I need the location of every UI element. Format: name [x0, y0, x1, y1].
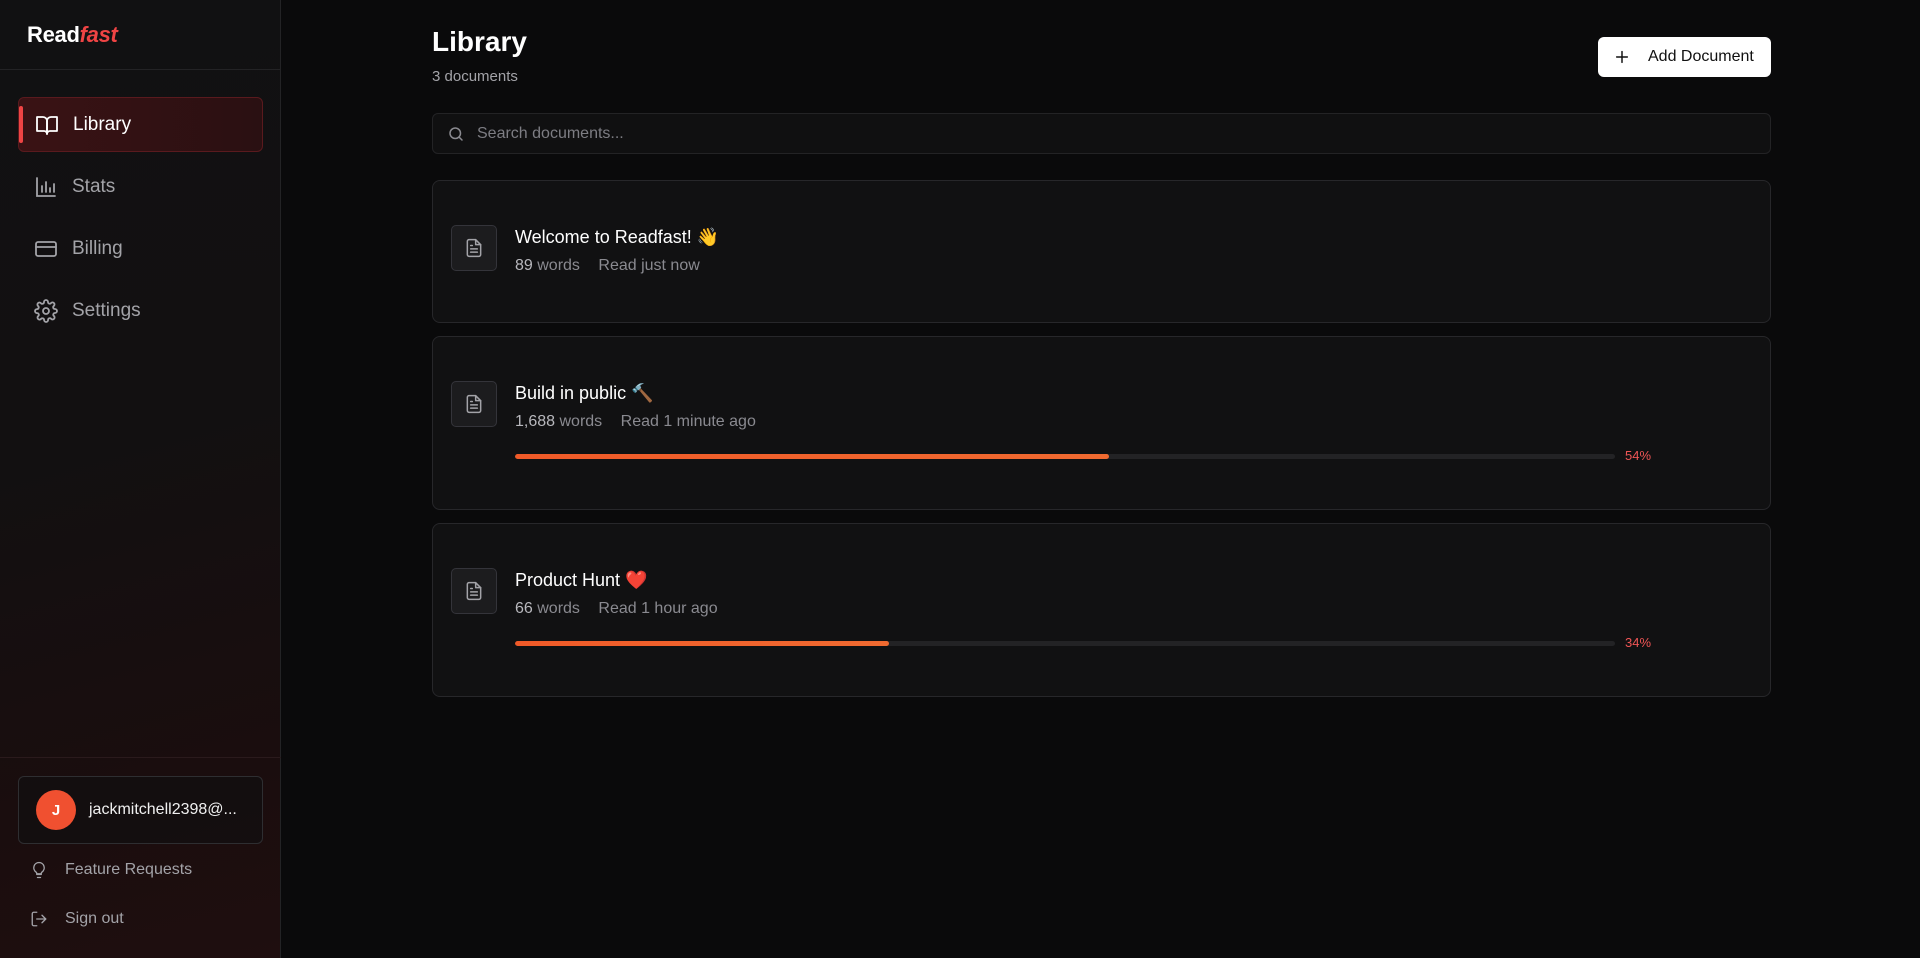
reading-progress-bar [515, 641, 1615, 646]
document-icon [451, 568, 497, 614]
document-card[interactable]: Product Hunt ❤️ 66 words Read 1 hour ago… [432, 523, 1771, 697]
last-read: Read 1 hour ago [598, 600, 718, 617]
document-meta: 66 words Read 1 hour ago [515, 600, 718, 618]
search-bar [432, 113, 1771, 154]
sidebar-nav: Library Stats Billing Settings [18, 97, 263, 345]
reading-progress-percent: 54% [1625, 448, 1652, 463]
document-meta: 1,688 words Read 1 minute ago [515, 413, 756, 431]
word-count: 1,688 [515, 413, 556, 430]
reading-progress-bar [515, 454, 1615, 459]
word-count-label: words [537, 257, 580, 274]
word-count: 66 [515, 600, 533, 617]
sidebar-item-billing[interactable]: Billing [18, 221, 263, 276]
reading-progress-fill [515, 454, 1109, 459]
user-menu[interactable]: J jackmitchell2398@... [18, 776, 263, 844]
sidebar-item-settings[interactable]: Settings [18, 283, 263, 338]
page-title: Library [432, 26, 527, 57]
document-title: Product Hunt ❤️ [515, 570, 648, 590]
document-count: 3 documents [432, 68, 518, 85]
brand-name-part1: Read [27, 22, 80, 47]
sidebar-item-label: Settings [72, 299, 141, 321]
divider [0, 757, 281, 758]
sidebar-item-library[interactable]: Library [18, 97, 263, 152]
document-title: Welcome to Readfast! 👋 [515, 227, 720, 247]
feature-requests-link[interactable]: Feature Requests [30, 861, 192, 879]
word-count-label: words [537, 600, 580, 617]
feature-requests-label: Feature Requests [65, 861, 193, 878]
last-read: Read 1 minute ago [620, 413, 756, 430]
document-title: Build in public 🔨 [515, 383, 654, 403]
brand-logo[interactable]: Readfast [27, 22, 118, 48]
search-icon [447, 125, 465, 143]
brand-name-part2: fast [79, 22, 118, 47]
book-open-icon [35, 113, 59, 137]
document-card[interactable]: Welcome to Readfast! 👋 89 words Read jus… [432, 180, 1771, 323]
sidebar-item-label: Library [73, 113, 132, 135]
document-icon [451, 225, 497, 271]
plus-icon [1614, 49, 1630, 65]
user-email: jackmitchell2398@... [89, 801, 237, 818]
add-document-label: Add Document [1648, 48, 1754, 65]
divider [0, 69, 281, 70]
gear-icon [34, 298, 58, 323]
add-document-button[interactable]: Add Document [1598, 37, 1771, 77]
lightbulb-icon [30, 861, 48, 879]
sign-out-label: Sign out [65, 910, 124, 927]
sidebar-item-label: Stats [72, 175, 116, 197]
bar-chart-icon [34, 175, 58, 199]
word-count-label: words [559, 413, 603, 430]
credit-card-icon [34, 237, 58, 261]
sidebar: Readfast Library Stats Billing Settings [0, 0, 281, 958]
document-icon [451, 381, 497, 427]
sidebar-item-label: Billing [72, 237, 123, 259]
sign-out-link[interactable]: Sign out [30, 910, 124, 928]
word-count: 89 [515, 257, 533, 274]
search-input[interactable] [477, 124, 1770, 143]
document-meta: 89 words Read just now [515, 257, 700, 275]
reading-progress-fill [515, 641, 889, 646]
sidebar-item-stats[interactable]: Stats [18, 159, 263, 214]
document-card[interactable]: Build in public 🔨 1,688 words Read 1 min… [432, 336, 1771, 510]
last-read: Read just now [598, 257, 700, 274]
reading-progress-percent: 34% [1625, 635, 1652, 650]
log-out-icon [30, 910, 48, 928]
avatar: J [36, 790, 76, 830]
